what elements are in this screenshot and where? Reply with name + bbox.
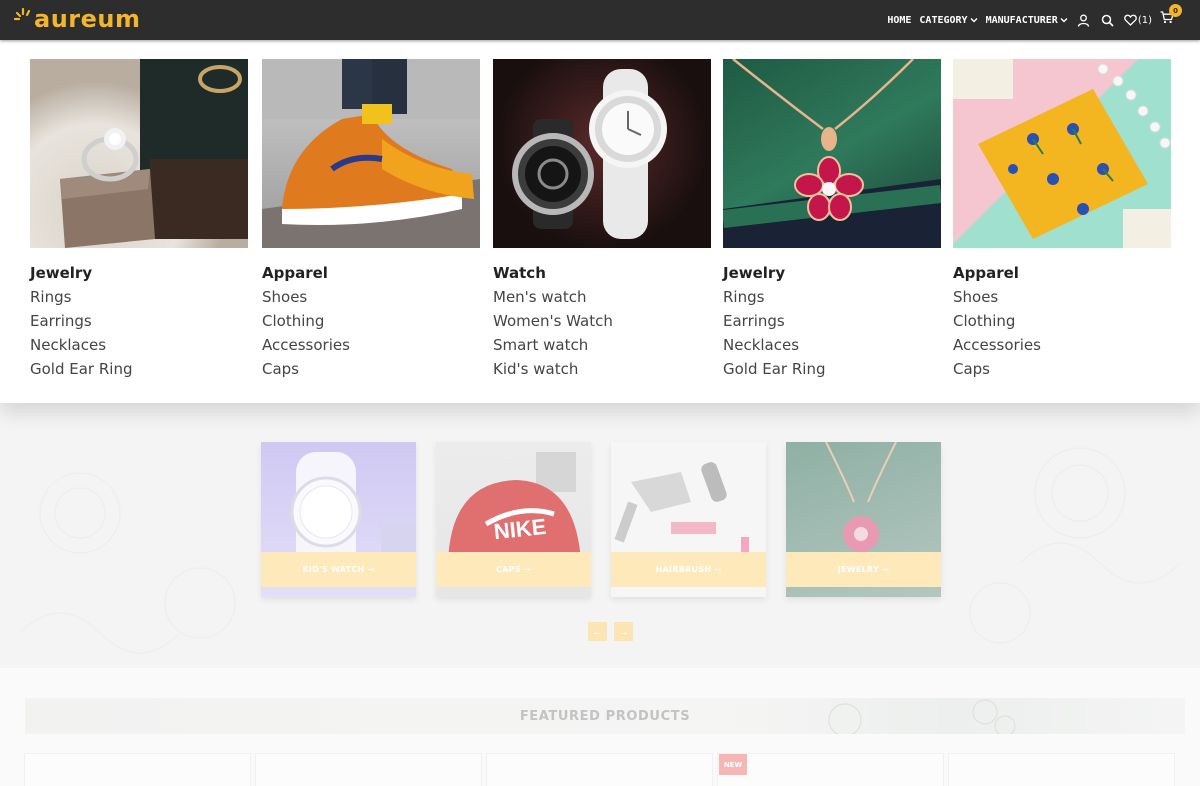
watch-image[interactable] [493, 59, 711, 248]
product-card[interactable] [718, 754, 943, 786]
mega-menu-link[interactable]: Rings [30, 285, 248, 309]
mega-menu-link[interactable]: Shoes [953, 285, 1171, 309]
mega-menu-link[interactable]: Earrings [30, 309, 248, 333]
mega-menu-link[interactable]: Clothing [953, 309, 1171, 333]
featured-products-title: FEATURED PRODUCTS [519, 708, 691, 724]
category-label: JEWELRY → [786, 552, 941, 587]
apparel-giftbox-image[interactable] [953, 59, 1171, 248]
heart-icon [1123, 14, 1137, 26]
sun-logo-icon [14, 7, 31, 21]
product-card[interactable] [256, 754, 481, 786]
mega-menu-column: Apparel Shoes Clothing Accessories Caps [953, 59, 1171, 381]
mega-menu-link[interactable]: Gold Ear Ring [30, 357, 248, 381]
mega-menu-link[interactable]: Smart watch [493, 333, 711, 357]
main-nav: HOME CATEGORY MANUFACTURER (1) 0 [887, 0, 1182, 40]
mega-menu-link[interactable]: Caps [953, 357, 1171, 381]
nav-manufacturer-label: MANUFACTURER [985, 14, 1058, 26]
logo-text: aureum [34, 5, 141, 33]
mega-menu-link[interactable]: Shoes [262, 285, 480, 309]
mega-menu-column: Jewelry Rings Earrings Necklaces Gold Ea… [30, 59, 248, 381]
nav-category-label: CATEGORY [919, 14, 968, 26]
search-icon[interactable] [1100, 12, 1116, 28]
mega-menu-heading[interactable]: Apparel [953, 264, 1171, 282]
category-card-hairbrush[interactable]: HAIRBRUSH → [611, 442, 766, 597]
nav-home-label: HOME [887, 14, 912, 26]
featured-header: FEATURED PRODUCTS [25, 698, 1185, 734]
mega-menu-heading[interactable]: Apparel [262, 264, 480, 282]
mega-menu-column: Jewelry Rings Earrings Necklaces Gold Ea… [723, 59, 941, 381]
mega-menu-link[interactable]: Men's watch [493, 285, 711, 309]
nav-manufacturer[interactable]: MANUFACTURER [986, 15, 1068, 26]
mega-menu-link[interactable]: Accessories [262, 333, 480, 357]
mega-menu-column: Watch Men's watch Women's Watch Smart wa… [493, 59, 711, 381]
mega-menu-link[interactable]: Earrings [723, 309, 941, 333]
category-mega-menu: Jewelry Rings Earrings Necklaces Gold Ea… [0, 40, 1200, 403]
product-card[interactable] [949, 754, 1174, 786]
mega-menu-link[interactable]: Rings [723, 285, 941, 309]
cart-count-badge: 0 [1169, 4, 1182, 17]
mega-menu-link[interactable]: Clothing [262, 309, 480, 333]
mega-menu-link[interactable]: Kid's watch [493, 357, 711, 381]
cart-button[interactable]: 0 [1160, 4, 1182, 29]
mega-menu-heading[interactable]: Watch [493, 264, 711, 282]
brand-logo[interactable]: aureum [14, 3, 141, 35]
new-badge: NEW [719, 754, 747, 775]
jewelry-pendant-image[interactable] [723, 59, 941, 248]
apparel-sneakers-image[interactable] [262, 59, 480, 248]
mega-menu-heading[interactable]: Jewelry [723, 264, 941, 282]
mega-menu-link[interactable]: Gold Ear Ring [723, 357, 941, 381]
carousel-prev-button[interactable]: ← [588, 622, 607, 641]
site-header: aureum HOME CATEGORY MANUFACTURER (1) 0 [0, 0, 1200, 40]
mega-menu-link[interactable]: Necklaces [723, 333, 941, 357]
wishlist-button[interactable]: (1) [1123, 14, 1152, 26]
mega-menu-column: Apparel Shoes Clothing Accessories Caps [262, 59, 480, 381]
product-card[interactable] [487, 754, 712, 786]
mega-menu-heading[interactable]: Jewelry [30, 264, 248, 282]
category-label: CAPS → [436, 552, 591, 587]
jewelry-ring-image[interactable] [30, 59, 248, 248]
mega-menu-link[interactable]: Necklaces [30, 333, 248, 357]
product-card[interactable] [25, 754, 250, 786]
mega-menu-link[interactable]: Caps [262, 357, 480, 381]
category-label: KID'S WATCH → [261, 552, 416, 587]
mega-menu-link[interactable]: Women's Watch [493, 309, 711, 333]
nav-home[interactable]: HOME [887, 15, 911, 26]
mega-menu-link[interactable]: Accessories [953, 333, 1171, 357]
nav-category[interactable]: CATEGORY [919, 14, 978, 26]
account-icon[interactable] [1076, 12, 1092, 28]
chevron-down-icon [1060, 18, 1068, 23]
carousel-next-button[interactable]: → [614, 622, 633, 641]
chevron-down-icon [970, 18, 978, 23]
wishlist-count: (1) [1137, 14, 1152, 26]
category-label: HAIRBRUSH → [611, 552, 766, 587]
category-card-kids-watch[interactable]: KID'S WATCH → [261, 442, 416, 597]
category-card-jewelry[interactable]: JEWELRY → [786, 442, 941, 597]
category-card-caps[interactable]: NIKE CAPS → [436, 442, 591, 597]
